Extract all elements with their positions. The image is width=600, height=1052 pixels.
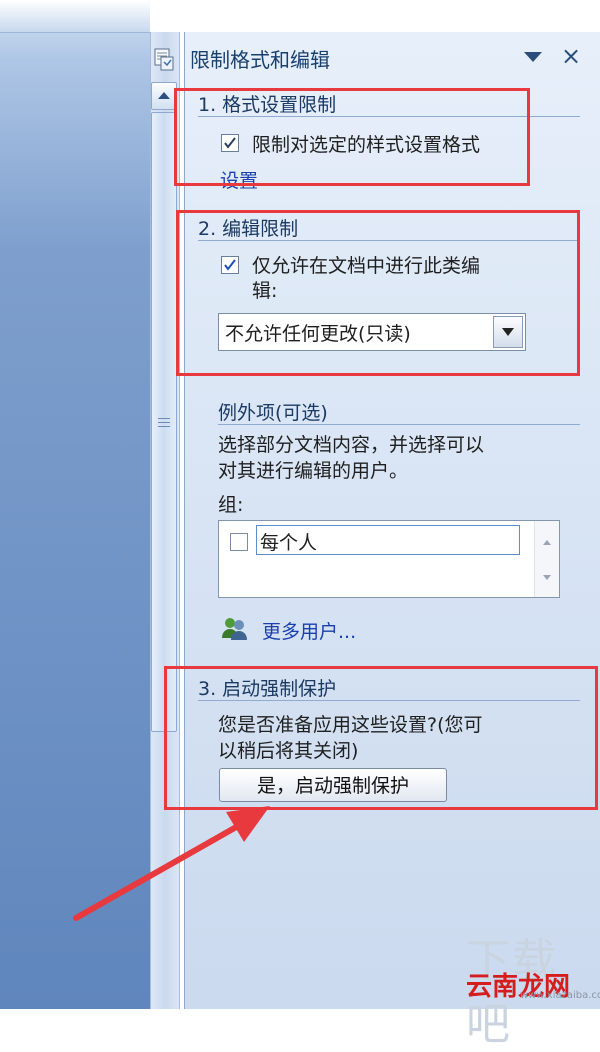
red-arrow [73, 806, 270, 921]
watermark-url: www.xiazaiba.com [520, 990, 600, 1001]
